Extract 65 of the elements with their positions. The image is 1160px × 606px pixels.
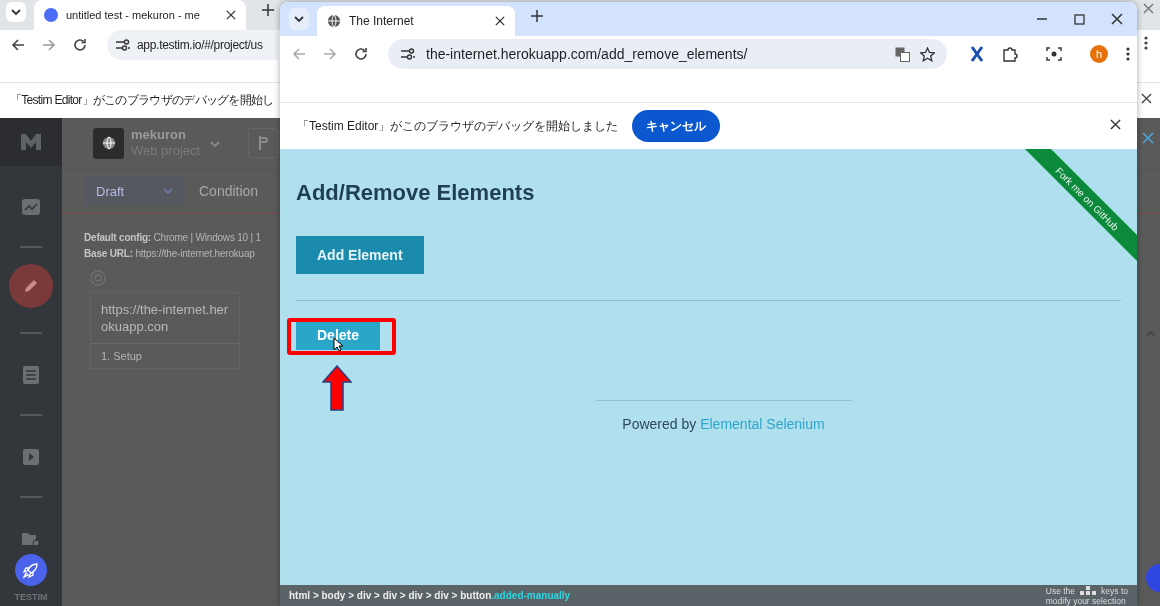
config-value: Chrome | Windows 10 | 1 xyxy=(153,232,261,243)
forward-icon[interactable] xyxy=(41,37,57,53)
site-settings-icon[interactable] xyxy=(400,47,416,61)
new-tab-icon[interactable] xyxy=(531,10,543,22)
tab-close-icon[interactable] xyxy=(495,16,505,26)
menu-icon[interactable] xyxy=(1126,47,1130,61)
site-settings-icon[interactable] xyxy=(115,38,131,52)
browser-tab[interactable]: The Internet xyxy=(317,6,515,36)
globe-icon xyxy=(101,136,116,150)
play-icon[interactable] xyxy=(23,449,39,465)
footer-text: Powered by Elemental Selenium xyxy=(595,400,852,432)
selector-class: .added-manually xyxy=(491,590,571,601)
add-element-button[interactable]: Add Element xyxy=(296,236,424,274)
config-value: https://the-internet.herokuap xyxy=(135,248,255,259)
profile-avatar[interactable]: h xyxy=(1090,45,1108,63)
close-icon[interactable] xyxy=(1141,93,1152,105)
panel-close-icon[interactable] xyxy=(1142,132,1154,144)
delete-button[interactable]: Delete xyxy=(296,320,380,350)
status-dropdown[interactable]: Draft xyxy=(84,176,185,206)
step-label: 1. Setup xyxy=(100,349,143,364)
maximize-icon[interactable] xyxy=(1074,13,1085,25)
extension-icon[interactable] xyxy=(970,46,984,62)
folder-gear-icon[interactable] xyxy=(22,531,40,547)
config-label: Base URL: xyxy=(84,248,133,259)
cancel-button[interactable]: キャンセル xyxy=(632,110,721,142)
chart-icon[interactable] xyxy=(22,199,40,215)
tab-list-button[interactable] xyxy=(289,8,309,30)
rocket-icon xyxy=(22,561,40,579)
site-icon xyxy=(44,8,58,22)
hint-text: keys to xyxy=(1101,585,1128,596)
launch-button[interactable] xyxy=(15,554,47,586)
tab-list-button[interactable] xyxy=(6,2,26,22)
chevron-down-icon[interactable] xyxy=(11,8,21,16)
back-icon[interactable] xyxy=(10,37,26,53)
address-bar[interactable]: app.testim.io/#/project/us xyxy=(107,30,278,60)
chevron-down-icon[interactable] xyxy=(294,15,304,23)
project-name: mekuron xyxy=(131,127,187,143)
annotation-arrow xyxy=(322,365,352,411)
browser-tab[interactable]: untitled test - mekuron - me xyxy=(34,0,246,30)
pencil-icon[interactable] xyxy=(22,277,40,295)
translate-icon[interactable] xyxy=(895,46,910,62)
puzzle-icon[interactable] xyxy=(1002,46,1018,62)
infobar-message: 「Testim Editor」がこのブラウザのデバッグを開始しました xyxy=(297,117,619,135)
star-icon[interactable] xyxy=(920,46,935,62)
new-tab-icon[interactable] xyxy=(262,4,274,16)
reload-icon[interactable] xyxy=(353,46,369,62)
logo-icon xyxy=(20,133,42,151)
lens-icon[interactable] xyxy=(1046,46,1062,62)
reload-icon[interactable] xyxy=(72,37,88,53)
page-heading: Add/Remove Elements xyxy=(296,180,535,206)
hint-text: Use the xyxy=(1045,585,1076,596)
window-close-icon[interactable] xyxy=(1111,13,1123,25)
address-bar[interactable]: the-internet.herokuapp.com/add_remove_elements/ xyxy=(388,39,947,69)
close-icon[interactable] xyxy=(1110,119,1121,130)
arrow-keys-icon xyxy=(1079,586,1098,595)
brand-label: TESTIM xyxy=(14,592,48,602)
infobar-message: 「Testim Editor」がこのブラウザのデバッグを開始し xyxy=(10,91,274,109)
menu-icon[interactable] xyxy=(1144,36,1148,50)
condition-tab[interactable]: Condition xyxy=(199,183,259,199)
config-label: Default config: xyxy=(84,232,151,243)
globe-icon xyxy=(327,14,341,28)
breadcrumb-path: html > body > div > div > div > div > button xyxy=(289,590,492,601)
hint-text: modify your selection xyxy=(1045,595,1127,606)
tab-close-icon[interactable] xyxy=(226,10,236,20)
step-url: https://the-internet.herokuapp.con xyxy=(91,293,239,344)
